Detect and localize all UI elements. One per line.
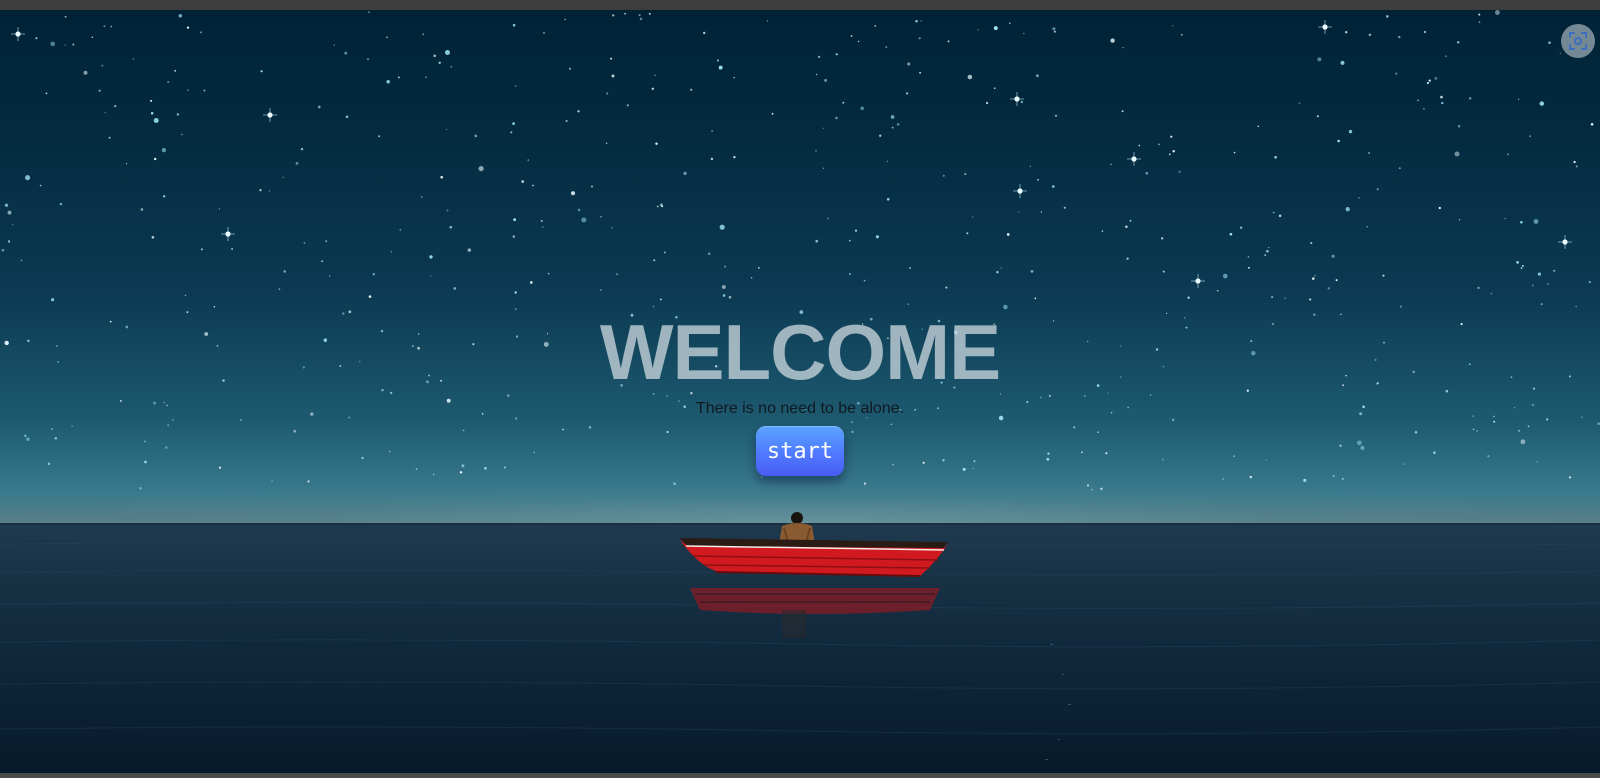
welcome-title: WELCOME	[599, 308, 1001, 396]
screenshot-focus-icon	[1569, 32, 1587, 50]
start-button[interactable]: start	[756, 426, 844, 476]
red-boat-illustration	[680, 510, 950, 660]
tagline-text: There is no need to be alone.	[695, 400, 905, 417]
screenshot-focus-button[interactable]	[1561, 24, 1595, 58]
top-frame-bar	[0, 0, 1600, 10]
bottom-frame-bar	[0, 773, 1600, 778]
welcome-hero: WELCOME There is no need to be alone. st…	[0, 310, 1600, 476]
background-scene: WELCOME There is no need to be alone. st…	[0, 10, 1600, 773]
